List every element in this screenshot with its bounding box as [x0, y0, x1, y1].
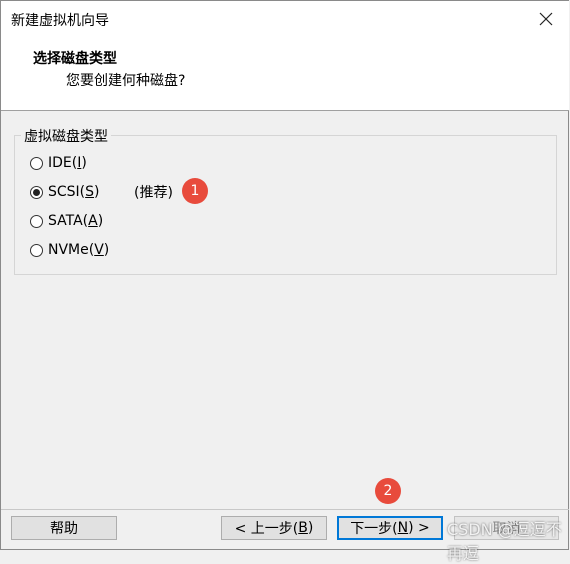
radio-button[interactable] — [30, 214, 43, 228]
cancel-button[interactable]: 取消 — [454, 516, 559, 540]
radio-scsi[interactable]: SCSI(S) — [30, 184, 100, 200]
help-button[interactable]: 帮助 — [11, 516, 117, 540]
back-button[interactable]: < 上一步(B) — [221, 516, 327, 540]
close-button[interactable] — [531, 6, 561, 32]
radio-label-nvme: NVMe(V) — [48, 242, 110, 258]
wizard-header: 选择磁盘类型 您要创建何种磁盘? — [1, 37, 569, 110]
annotation-badge-1: 1 — [182, 178, 208, 204]
radio-sata[interactable]: SATA(A) — [30, 213, 103, 229]
wizard-window: 新建虚拟机向导 选择磁盘类型 您要创建何种磁盘? 虚拟磁盘类型 IDE(I) S… — [0, 0, 569, 563]
radio-ide[interactable]: IDE(I) — [30, 155, 87, 171]
next-button[interactable]: 下一步(N) > — [337, 516, 443, 540]
page-subtitle: 您要创建何种磁盘? — [66, 73, 186, 89]
radio-button[interactable] — [30, 156, 43, 170]
radio-button-checked[interactable] — [30, 185, 43, 199]
header-divider — [1, 110, 569, 111]
radio-label-scsi: SCSI(S) — [48, 184, 100, 200]
window-title: 新建虚拟机向导 — [11, 13, 109, 29]
page-title: 选择磁盘类型 — [33, 51, 117, 67]
recommended-note: (推荐) — [134, 185, 173, 201]
title-bar: 新建虚拟机向导 — [1, 1, 569, 37]
radio-label-ide: IDE(I) — [48, 155, 87, 171]
radio-label-sata: SATA(A) — [48, 213, 104, 229]
radio-nvme[interactable]: NVMe(V) — [30, 242, 109, 258]
close-icon — [539, 12, 553, 26]
annotation-badge-2: 2 — [375, 478, 401, 504]
radio-button[interactable] — [30, 243, 43, 257]
disk-type-group-label: 虚拟磁盘类型 — [21, 126, 111, 146]
footer-divider — [1, 509, 569, 510]
